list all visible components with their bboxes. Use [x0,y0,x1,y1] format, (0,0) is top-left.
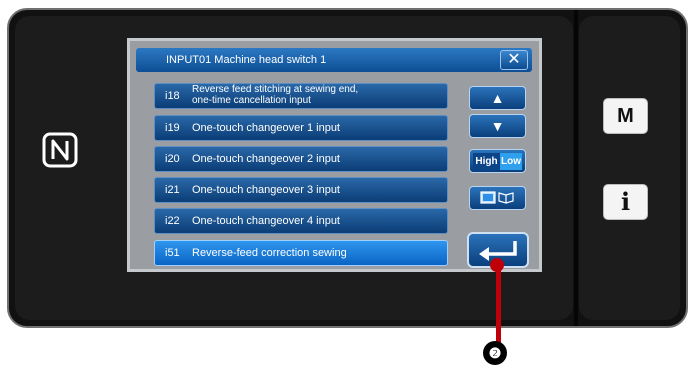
panel-divider [574,10,578,326]
item-label: One-touch changeover 3 input [192,184,340,196]
item-label-line2: one-time cancellation input [192,95,311,106]
display-mode-icon [480,191,514,204]
list-item-i20[interactable]: i20 One-touch changeover 2 input [154,146,448,172]
item-code: i19 [165,122,180,134]
list-item-i51[interactable]: i51 Reverse-feed correction sewing [154,240,448,266]
item-code: i51 [165,247,180,259]
item-code: i20 [165,153,180,165]
item-label: One-touch changeover 1 input [192,122,340,134]
item-label-line1: Reverse feed stitching at sewing end, [192,84,359,95]
display-mode-button[interactable] [469,186,526,210]
low-label: Low [500,153,522,170]
callout-leader-dot [490,258,504,272]
down-arrow-icon: ▼ [490,118,505,134]
list-item-i19[interactable]: i19 One-touch changeover 1 input [154,115,448,141]
high-low-toggle[interactable]: High Low [469,149,526,173]
scroll-up-button[interactable]: ▲ [469,86,526,110]
mode-button[interactable]: M [603,98,648,134]
item-code: i21 [165,184,180,196]
touch-screen: INPUT01 Machine head switch 1 ✕ i18 Reve… [127,38,542,272]
item-code: i18 [165,90,180,102]
scroll-down-button[interactable]: ▼ [469,114,526,138]
item-label: One-touch changeover 2 input [192,153,340,165]
item-code: i22 [165,215,180,227]
close-button[interactable]: ✕ [500,50,528,70]
info-button[interactable]: i [603,184,648,220]
up-arrow-icon: ▲ [490,90,505,106]
callout-number-2: ❷ [483,341,507,365]
high-label: High [473,153,500,170]
list-item-i18[interactable]: i18 Reverse feed stitching at sewing end… [154,83,448,109]
high-low-switch: High Low [473,153,522,170]
item-label: One-touch changeover 4 input [192,215,340,227]
list-item-i22[interactable]: i22 One-touch changeover 4 input [154,208,448,234]
list-item-i21[interactable]: i21 One-touch changeover 3 input [154,177,448,203]
dialog-titlebar: INPUT01 Machine head switch 1 ✕ [136,48,532,72]
callout-leader-line [496,264,501,346]
dialog-title: INPUT01 Machine head switch 1 [166,54,327,66]
item-label: Reverse-feed correction sewing [192,247,347,259]
nfc-icon [42,132,78,168]
side-panel [579,16,680,320]
